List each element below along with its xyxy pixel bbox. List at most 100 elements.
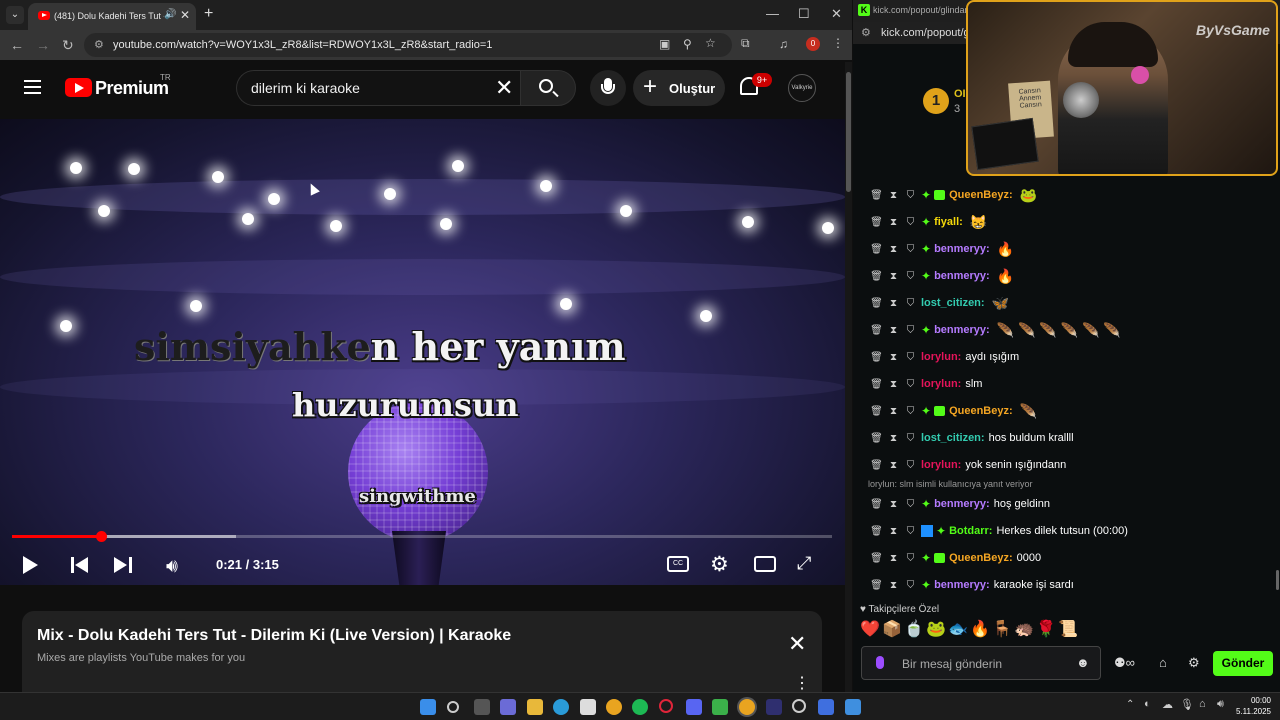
back-arrow-icon[interactable]: ← (10, 37, 24, 53)
new-tab-button[interactable]: + (204, 5, 213, 23)
subtitles-icon[interactable]: CC (667, 556, 689, 572)
next-button-icon[interactable] (114, 557, 132, 573)
chat-username[interactable]: QueenBeyz: (949, 189, 1013, 201)
app-icon-1[interactable] (818, 699, 834, 715)
emote-sonic-icon[interactable]: 🦔 (1014, 620, 1034, 640)
audio-playing-icon[interactable]: 🔊 (164, 9, 176, 20)
chat-message[interactable]: 🗑 ⧗ ⛉ lost_citizen: 🦋 (870, 292, 1009, 314)
site-info-icon[interactable]: ⚙ (861, 26, 871, 39)
timeout-hourglass-icon[interactable]: ⧗ (887, 325, 900, 336)
chat-message[interactable]: 🗑 ⧗ ⛉ ✦ QueenBeyz: 🪶 (870, 400, 1037, 422)
ban-shield-icon[interactable]: ⛉ (904, 499, 917, 510)
search-button[interactable] (520, 70, 576, 106)
opera-icon[interactable] (659, 699, 673, 713)
tray-cloud-icon[interactable]: ☁ (1162, 698, 1173, 711)
chat-username[interactable]: lorylun: (921, 459, 961, 471)
chat-message-input[interactable]: Bir mesaj gönderin ☻ (861, 646, 1101, 680)
timeout-hourglass-icon[interactable]: ⧗ (887, 271, 900, 282)
media-control-icon[interactable]: ♫ (779, 37, 788, 51)
page-scrollbar[interactable] (845, 62, 852, 692)
chat-message[interactable]: 🗑 ⧗ ⛉ ✦ fiyall: 😸 (870, 211, 987, 233)
delete-message-icon[interactable]: 🗑 (870, 325, 883, 336)
tray-volume-icon[interactable]: 🔊︎ (1217, 698, 1224, 711)
chat-message[interactable]: 🗑 ⧗ ⛉ lost_citizen: hos buldum krallll (870, 427, 1073, 449)
app-icon-2[interactable] (845, 699, 861, 715)
chat-username[interactable]: lost_citizen: (921, 297, 985, 309)
theater-mode-icon[interactable] (754, 556, 776, 572)
delete-message-icon[interactable]: 🗑 (870, 217, 883, 228)
chat-message[interactable]: 🗑 ⧗ ⛉ ✦ benmeryy: 🔥 (870, 265, 1014, 287)
tray-overflow-icon[interactable]: ⌃ (1126, 699, 1134, 710)
edge-browser-icon[interactable] (553, 699, 569, 715)
tray-network-icon[interactable]: ⌂ (1199, 698, 1206, 710)
ban-shield-icon[interactable]: ⛉ (904, 190, 917, 201)
delete-message-icon[interactable]: 🗑 (870, 244, 883, 255)
task-view-icon[interactable] (474, 699, 490, 715)
tray-mic-icon[interactable]: 🎙︎ (1180, 698, 1194, 711)
emote-chair-icon[interactable]: 🪑 (992, 620, 1012, 640)
delete-message-icon[interactable]: 🗑 (870, 433, 883, 444)
timeout-hourglass-icon[interactable]: ⧗ (887, 352, 900, 363)
ban-shield-icon[interactable]: ⛉ (904, 217, 917, 228)
timeout-hourglass-icon[interactable]: ⧗ (887, 433, 900, 444)
timeout-hourglass-icon[interactable]: ⧗ (887, 406, 900, 417)
chat-message[interactable]: 🗑 ⧗ ⛉ ✦ benmeryy: karaoke işi sardı (870, 574, 1074, 596)
ban-shield-icon[interactable]: ⛉ (904, 271, 917, 282)
ban-shield-icon[interactable]: ⛉ (904, 244, 917, 255)
chat-scrollbar[interactable] (1276, 570, 1279, 590)
spotify-icon[interactable] (632, 699, 648, 715)
emote-rose-icon[interactable]: 🌹 (1036, 620, 1056, 640)
mix-title[interactable]: Mix - Dolu Kadehi Ters Tut - Dilerim Ki … (37, 627, 511, 645)
timeout-hourglass-icon[interactable]: ⧗ (887, 379, 900, 390)
timeout-hourglass-icon[interactable]: ⧗ (887, 580, 900, 591)
chat-username[interactable]: benmeryy: (934, 243, 990, 255)
bookmark-star-icon[interactable]: ☆ (705, 36, 716, 50)
tab-search-button[interactable]: ⌄ (6, 6, 24, 24)
emote-frog-icon[interactable]: 🐸 (926, 620, 946, 640)
close-tab-icon[interactable]: ✕ (180, 8, 190, 22)
timeout-hourglass-icon[interactable]: ⧗ (887, 460, 900, 471)
chat-username[interactable]: lorylun: (921, 378, 961, 390)
chat-mic-icon[interactable] (876, 656, 884, 669)
maps-icon[interactable] (712, 699, 728, 715)
timeout-hourglass-icon[interactable]: ⧗ (887, 244, 900, 255)
emoji-picker-icon[interactable]: ☻ (1076, 655, 1090, 670)
chat-message[interactable]: 🗑 ⧗ ⛉ ✦ benmeryy: 🔥 (870, 238, 1014, 260)
emote-fire-icon[interactable]: 🔥 (970, 620, 990, 640)
emote-box-icon[interactable]: 📦 (882, 620, 902, 640)
emote-scroll-icon[interactable]: 📜 (1058, 620, 1078, 640)
youtube-logo-icon[interactable] (65, 78, 92, 97)
chat-username[interactable]: benmeryy: (934, 579, 990, 591)
delete-message-icon[interactable]: 🗑 (870, 298, 883, 309)
chat-username[interactable]: lorylun: (921, 351, 961, 363)
start-menu-icon[interactable] (420, 699, 436, 715)
obs-icon[interactable] (792, 699, 806, 713)
chat-username[interactable]: benmeryy: (934, 270, 990, 282)
tray-app-icon[interactable]: ◐ (1144, 698, 1151, 710)
chrome-active-icon[interactable] (739, 699, 755, 715)
delete-message-icon[interactable]: 🗑 (870, 352, 883, 363)
create-button[interactable]: + Oluştur (633, 70, 725, 106)
ban-shield-icon[interactable]: ⛉ (904, 433, 917, 444)
volume-icon[interactable]: 🔊︎ (166, 556, 178, 578)
chat-username[interactable]: fiyall: (934, 216, 963, 228)
discord-icon[interactable] (686, 699, 702, 715)
copilot-icon[interactable] (500, 699, 516, 715)
chat-message[interactable]: 🗑 ⧗ ⛉ ✦ QueenBeyz: 0000 (870, 547, 1041, 569)
delete-message-icon[interactable]: 🗑 (870, 190, 883, 201)
chat-username[interactable]: benmeryy: (934, 498, 990, 510)
ban-shield-icon[interactable]: ⛉ (904, 526, 917, 537)
system-clock[interactable]: 00:00 5.11.2025 (1236, 695, 1271, 717)
ban-shield-icon[interactable]: ⛉ (904, 553, 917, 564)
delete-message-icon[interactable]: 🗑 (870, 580, 883, 591)
close-mix-icon[interactable]: ✕ (788, 631, 806, 657)
delete-message-icon[interactable]: 🗑 (870, 406, 883, 417)
scrollbar-thumb[interactable] (846, 72, 851, 192)
chat-message[interactable]: 🗑 ⧗ ⛉ lorylun: aydı ışığım (870, 346, 1019, 368)
chat-message[interactable]: 🗑 ⧗ ⛉ ✦ benmeryy: 🪶 🪶 🪶 🪶 🪶 🪶 (870, 319, 1121, 341)
previous-button-icon[interactable] (71, 557, 89, 573)
send-button[interactable]: Gönder (1213, 651, 1273, 676)
profile-badge[interactable]: 0 (806, 37, 820, 51)
timeout-hourglass-icon[interactable]: ⧗ (887, 526, 900, 537)
delete-message-icon[interactable]: 🗑 (870, 460, 883, 471)
